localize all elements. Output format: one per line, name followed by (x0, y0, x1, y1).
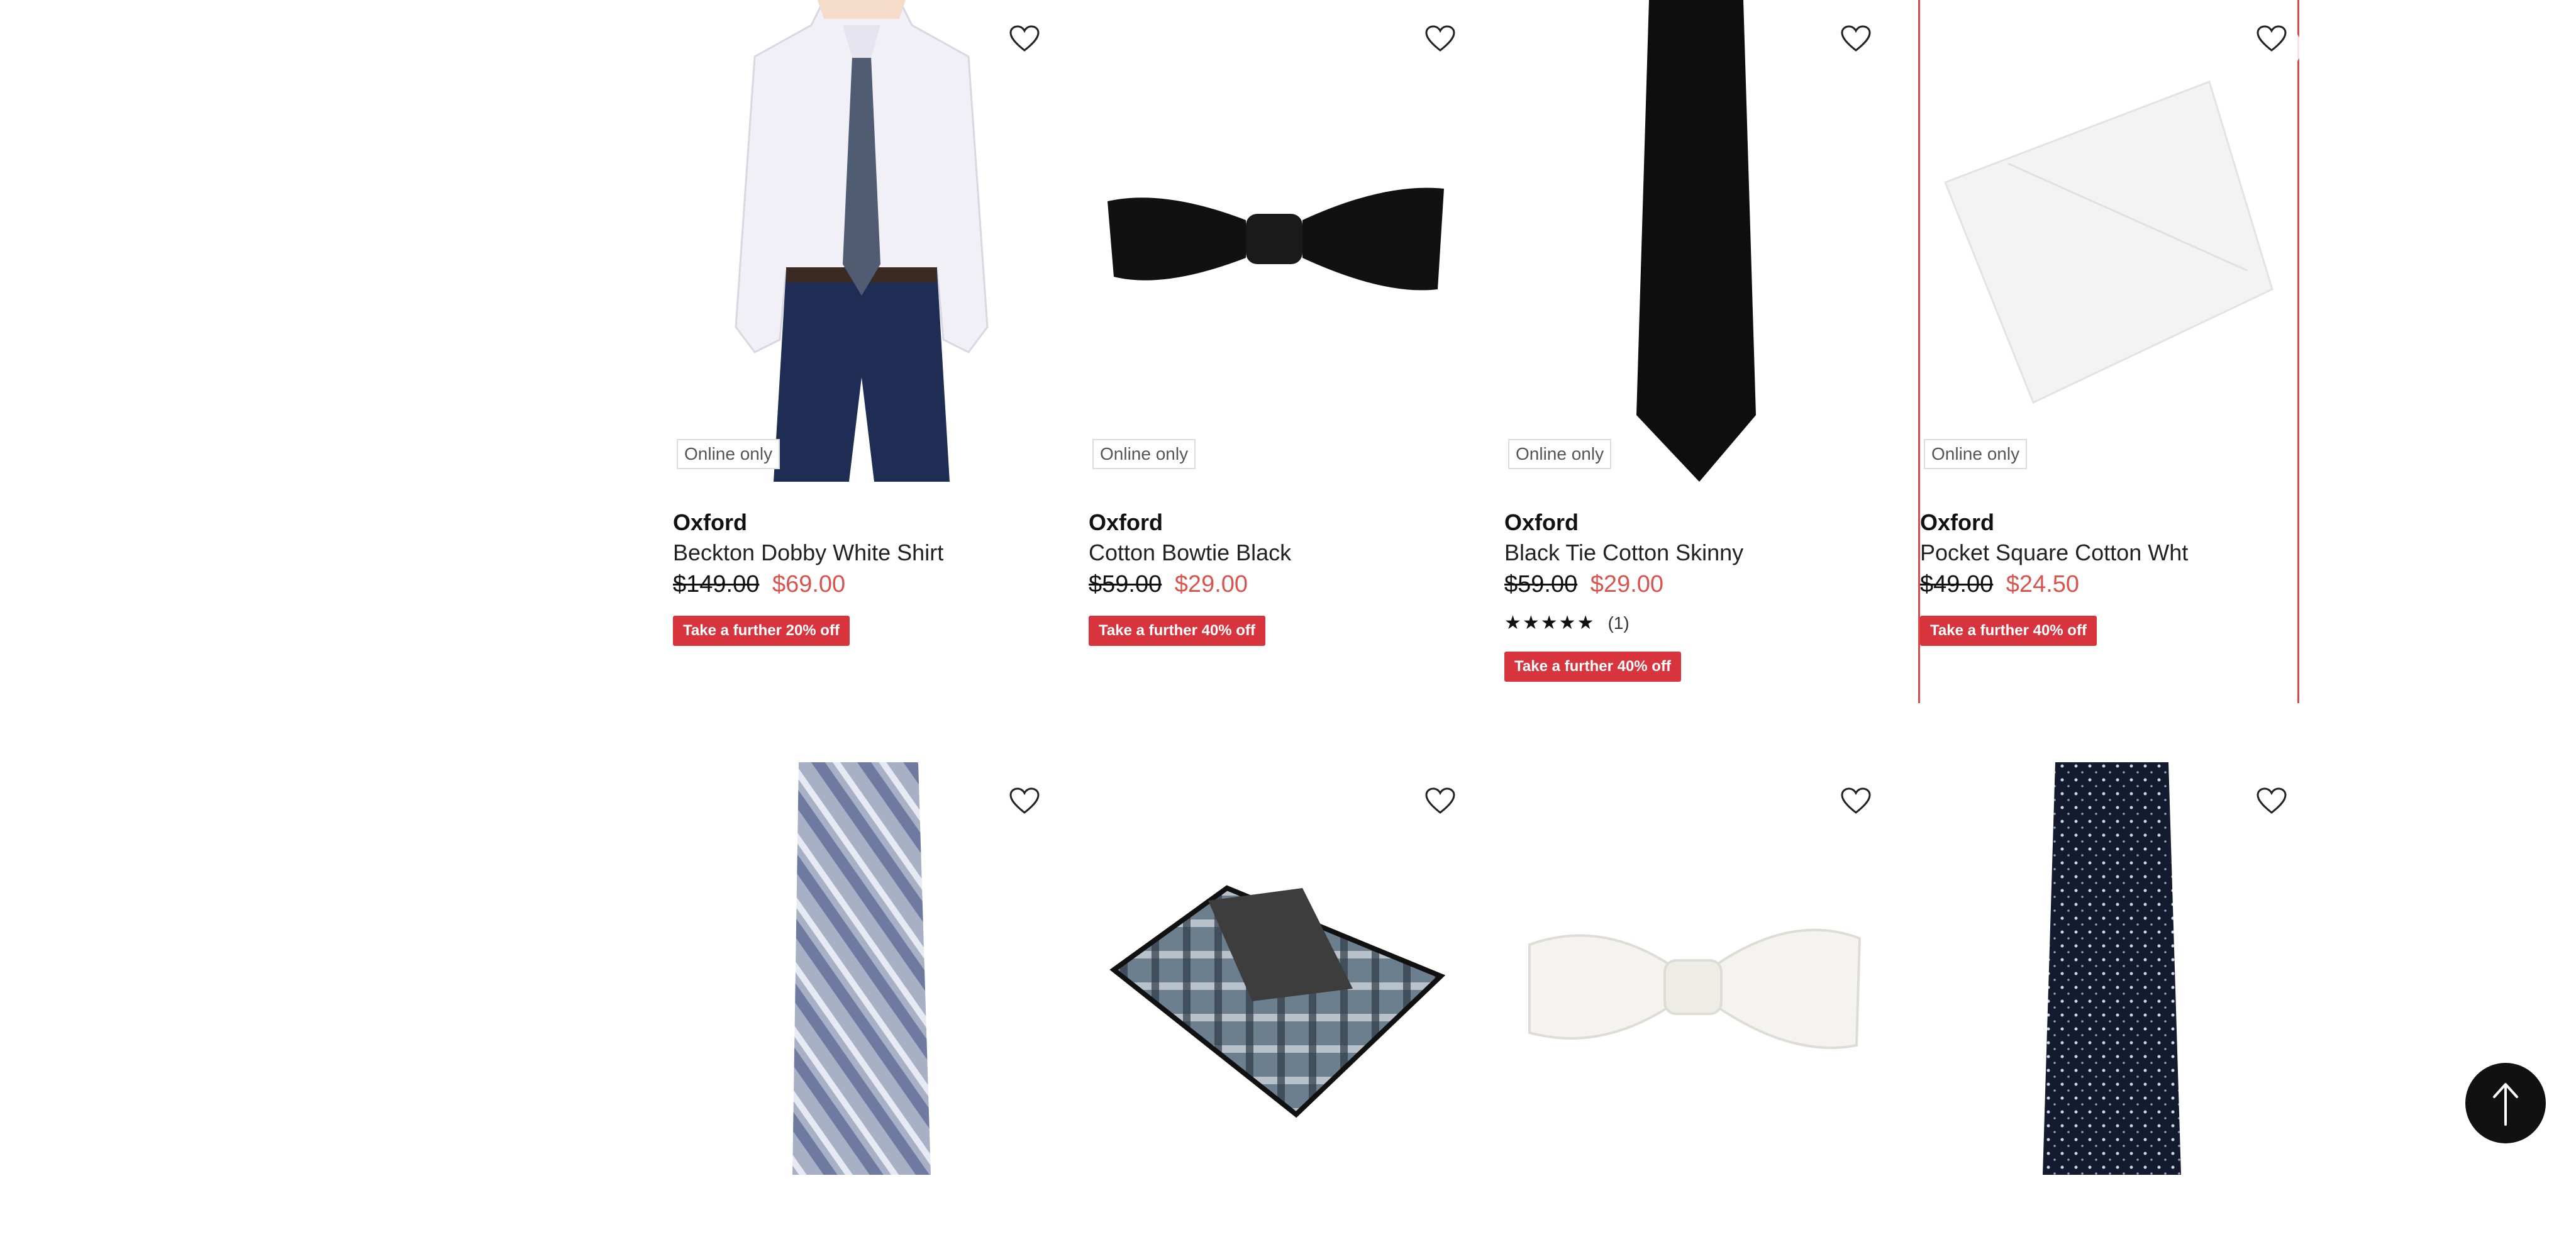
dotted-tie-image (2043, 762, 2181, 1175)
heart-icon (1425, 787, 1455, 814)
online-only-badge: Online only (1924, 439, 2028, 469)
rating-stars: ★★★★★ (1504, 613, 1596, 633)
product-card[interactable]: Online only Oxford Beckton Dobby White S… (673, 0, 1055, 646)
sale-price: $69.00 (772, 571, 846, 597)
wishlist-button[interactable] (2257, 787, 2302, 833)
product-card[interactable] (1089, 762, 1470, 1244)
online-only-badge: Online only (1508, 439, 1612, 469)
rating-count: (1) (1607, 613, 1629, 633)
product-card[interactable] (673, 762, 1055, 1244)
price-row: $149.00 $69.00 (673, 571, 1047, 598)
online-only-badge: Online only (677, 439, 780, 469)
wishlist-button[interactable] (1425, 787, 1470, 833)
product-brand: Oxford (1089, 509, 1163, 535)
arrow-up-icon (2493, 1083, 2518, 1126)
product-title[interactable]: Black Tie Cotton Skinny (1504, 540, 1879, 566)
product-image[interactable]: Online only (1920, 0, 2302, 482)
product-title[interactable]: Pocket Square Cotton Wht (1920, 540, 2297, 566)
rating-row[interactable]: ★★★★★ (1) (1504, 612, 1879, 634)
product-image[interactable] (1920, 762, 2302, 1244)
product-title[interactable]: Cotton Bowtie Black (1089, 540, 1463, 566)
product-card[interactable] (1504, 762, 1886, 1244)
shirt-image (673, 0, 1047, 482)
heart-icon (1841, 25, 1871, 52)
product-brand: Oxford (1920, 509, 1995, 535)
heart-icon (1009, 787, 1040, 814)
wishlist-button[interactable] (1009, 787, 1055, 833)
heart-icon (2257, 25, 2287, 52)
sale-price: $24.50 (2006, 571, 2080, 597)
product-image[interactable]: Online only (1089, 0, 1470, 482)
heart-icon (1009, 25, 1040, 52)
plaid-pocket-square-image (1109, 885, 1446, 1118)
bowtie-image (1089, 0, 1463, 482)
wishlist-button[interactable] (1841, 787, 1886, 833)
wishlist-button[interactable] (1009, 25, 1055, 70)
price-row: $59.00 $29.00 (1089, 571, 1463, 598)
product-image[interactable] (673, 762, 1055, 1244)
heart-icon (1841, 787, 1871, 814)
product-card[interactable]: Online only Oxford Cotton Bowtie Black $… (1089, 0, 1470, 646)
striped-tie-image (792, 762, 931, 1175)
promo-badge: Take a further 40% off (1089, 616, 1265, 646)
product-card[interactable]: Online only Oxford Black Tie Cotton Skin… (1504, 0, 1886, 682)
heart-icon (1425, 25, 1455, 52)
online-only-badge: Online only (1092, 439, 1196, 469)
product-image[interactable] (1504, 762, 1886, 1244)
wishlist-button[interactable] (1425, 25, 1470, 70)
sale-price: $29.00 (1174, 571, 1248, 597)
product-image[interactable]: Online only (1504, 0, 1886, 482)
promo-badge: Take a further 40% off (1920, 616, 2097, 646)
product-brand: Oxford (673, 509, 748, 535)
price-row: $49.00 $24.50 (1920, 571, 2297, 598)
product-brand: Oxford (1504, 509, 1579, 535)
tie-image (1504, 0, 1879, 482)
promo-badge: Take a further 40% off (1504, 652, 1681, 682)
product-card[interactable]: Online only Oxford Pocket Square Cotton … (1918, 0, 2302, 703)
wishlist-button[interactable] (2257, 25, 2302, 70)
product-image[interactable] (1089, 762, 1470, 1244)
back-to-top-button[interactable] (2465, 1063, 2546, 1143)
product-title[interactable]: Beckton Dobby White Shirt (673, 540, 1047, 566)
original-price: $59.00 (1504, 571, 1578, 597)
product-card[interactable] (1920, 762, 2302, 1244)
original-price: $149.00 (673, 571, 760, 597)
promo-badge: Take a further 20% off (673, 616, 850, 646)
price-row: $59.00 $29.00 (1504, 571, 1879, 598)
wishlist-button[interactable] (1841, 25, 1886, 70)
original-price: $49.00 (1920, 571, 1994, 597)
heart-icon (2257, 787, 2287, 814)
original-price: $59.00 (1089, 571, 1162, 597)
sale-price: $29.00 (1590, 571, 1664, 597)
product-image[interactable]: Online only (673, 0, 1055, 482)
pocket-square-image (1920, 0, 2294, 482)
white-bowtie-image (1528, 928, 1862, 1049)
